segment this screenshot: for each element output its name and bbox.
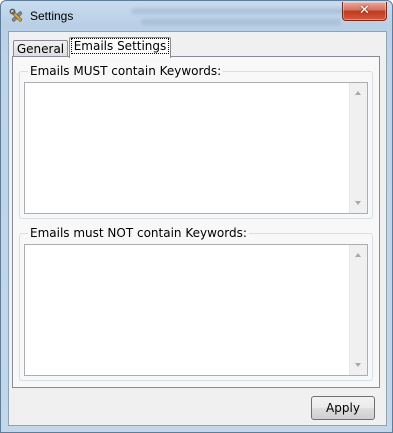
title-bar[interactable]: Settings ✕ xyxy=(1,1,392,31)
tab-emails-settings[interactable]: Emails Settings xyxy=(69,37,171,58)
tab-general[interactable]: General xyxy=(13,40,68,57)
emails-settings-panel: Emails MUST contain Keywords: Emails mus… xyxy=(12,56,380,388)
must-contain-label: Emails MUST contain Keywords: xyxy=(28,63,224,79)
scroll-up-arrow-icon[interactable] xyxy=(355,91,361,95)
must-contain-keywords-input[interactable] xyxy=(24,82,368,214)
apply-button[interactable]: Apply xyxy=(311,396,375,420)
must-not-contain-group: Emails must NOT contain Keywords: xyxy=(19,225,373,381)
background-blur xyxy=(131,8,351,14)
dialog-body: General Emails Settings Emails MUST cont… xyxy=(8,31,387,426)
vertical-scrollbar[interactable] xyxy=(349,83,367,213)
background-blur xyxy=(141,19,341,25)
vertical-scrollbar[interactable] xyxy=(349,245,367,375)
scroll-down-arrow-icon[interactable] xyxy=(355,363,361,367)
must-contain-group: Emails MUST contain Keywords: xyxy=(19,63,373,219)
window-title: Settings xyxy=(30,9,74,23)
must-not-contain-keywords-input[interactable] xyxy=(24,244,368,376)
scroll-down-arrow-icon[interactable] xyxy=(355,201,361,205)
tools-settings-icon xyxy=(9,8,23,22)
scroll-up-arrow-icon[interactable] xyxy=(355,253,361,257)
tab-label: Emails Settings xyxy=(70,38,170,54)
close-button[interactable]: ✕ xyxy=(342,2,387,21)
must-not-contain-label: Emails must NOT contain Keywords: xyxy=(28,225,249,241)
settings-window: Settings ✕ General Emails Settings Email… xyxy=(0,0,393,433)
tab-label: General xyxy=(16,42,65,56)
close-icon: ✕ xyxy=(359,3,370,18)
